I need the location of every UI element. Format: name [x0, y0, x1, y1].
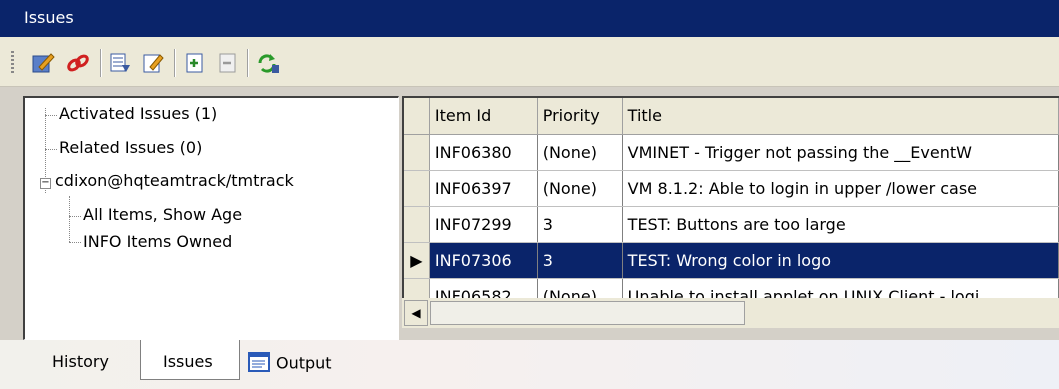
tab-issues[interactable]: Issues — [140, 340, 240, 380]
cell-item-id[interactable]: INF07299 — [429, 206, 538, 243]
collapse-icon[interactable]: − — [40, 178, 51, 189]
cell-priority[interactable]: (None) — [537, 170, 623, 207]
tree-item-activated-issues[interactable]: Activated Issues (1) — [59, 104, 217, 123]
issues-grid: Item Id Priority Title INF06380 (None) V… — [402, 96, 1059, 327]
edit-note-icon[interactable] — [140, 50, 166, 76]
cell-title[interactable]: TEST: Buttons are too large — [622, 206, 1059, 243]
cell-item-id[interactable]: INF06397 — [429, 170, 538, 207]
row-header-corner[interactable] — [404, 98, 430, 135]
tree-item-repository[interactable]: cdixon@hqteamtrack/tmtrack — [55, 171, 294, 190]
cell-priority[interactable]: (None) — [537, 134, 623, 171]
remove-item-icon[interactable] — [215, 50, 241, 76]
refresh-icon[interactable] — [255, 50, 281, 76]
tab-label: Issues — [163, 352, 213, 371]
unlink-icon[interactable] — [65, 50, 91, 76]
tree-item-label: Related Issues (0) — [59, 138, 203, 157]
window-title-bar: Issues — [0, 0, 1059, 37]
row-header[interactable] — [404, 206, 430, 243]
cell-priority[interactable]: 3 — [537, 242, 623, 279]
tree-item-label: All Items, Show Age — [83, 205, 243, 224]
cell-title[interactable]: VMINET - Trigger not passing the __Event… — [622, 134, 1059, 171]
cell-item-id[interactable]: INF07306 — [429, 242, 538, 279]
tab-label: History — [52, 352, 109, 371]
tab-history[interactable]: History — [28, 340, 128, 380]
tree-panel: Activated Issues (1) Related Issues (0) … — [23, 96, 399, 340]
bottom-tab-bar: History Issues Output — [0, 340, 1059, 389]
horizontal-scrollbar[interactable]: ◀ — [402, 298, 1059, 328]
grid-header-row: Item Id Priority Title — [404, 98, 1059, 135]
row-header[interactable] — [404, 134, 430, 171]
table-row-selected[interactable]: ▶ INF07306 3 TEST: Wrong color in logo — [404, 242, 1059, 279]
table-row[interactable]: INF07299 3 TEST: Buttons are too large — [404, 206, 1059, 243]
tree-item-all-items[interactable]: All Items, Show Age — [83, 205, 242, 224]
edit-item-icon[interactable] — [30, 50, 56, 76]
toolbar-grip[interactable] — [11, 51, 14, 75]
add-item-icon[interactable] — [182, 50, 208, 76]
window-title: Issues — [24, 8, 74, 27]
output-window-icon — [248, 352, 270, 376]
scrollbar-thumb[interactable] — [430, 301, 745, 325]
table-row[interactable]: INF06380 (None) VMINET - Trigger not pas… — [404, 134, 1059, 171]
current-row-indicator-icon[interactable]: ▶ — [404, 242, 430, 279]
column-header-title[interactable]: Title — [622, 98, 1059, 135]
tree-item-related-issues[interactable]: Related Issues (0) — [59, 138, 202, 157]
cell-title[interactable]: TEST: Wrong color in logo — [622, 242, 1059, 279]
cell-item-id[interactable]: INF06380 — [429, 134, 538, 171]
toolbar — [0, 37, 1059, 87]
tab-output[interactable]: Output — [248, 340, 368, 380]
tree-item-label: INFO Items Owned — [83, 232, 233, 251]
cell-priority[interactable]: 3 — [537, 206, 623, 243]
table-row[interactable]: INF06397 (None) VM 8.1.2: Able to login … — [404, 170, 1059, 207]
tree-item-label: cdixon@hqteamtrack/tmtrack — [55, 171, 294, 190]
scroll-left-icon[interactable]: ◀ — [404, 300, 428, 326]
tab-label: Output — [276, 353, 332, 373]
cell-title[interactable]: VM 8.1.2: Able to login in upper /lower … — [622, 170, 1059, 207]
row-header[interactable] — [404, 170, 430, 207]
tree-item-label: Activated Issues (1) — [59, 104, 218, 123]
column-header-item-id[interactable]: Item Id — [429, 98, 538, 135]
view-item-icon[interactable] — [107, 50, 133, 76]
column-header-priority[interactable]: Priority — [537, 98, 623, 135]
tree-item-info-owned[interactable]: INFO Items Owned — [83, 232, 232, 251]
